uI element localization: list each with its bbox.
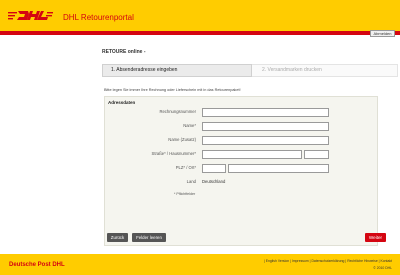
step-1-tab[interactable]: 1. Absenderadresse eingeben xyxy=(102,64,252,77)
row-strasse: Straße* / Hausnummer* xyxy=(105,150,379,159)
required-fields-note: * Pflichtfelder xyxy=(174,192,196,196)
row-land: Land Deutschland xyxy=(105,178,379,187)
footer-links: | English Version | Impressum | Datensch… xyxy=(263,259,393,263)
footer-link-rechtliche-hinweise[interactable]: Rechtliche Hinweise xyxy=(347,259,378,263)
address-form: Adressdaten Rechnungsnummer Name* Name (… xyxy=(104,96,386,246)
street-input[interactable] xyxy=(202,150,302,159)
land-label: Land xyxy=(186,179,196,184)
plz-ort-label: PLZ* / Ort* xyxy=(175,165,196,170)
step-tabs: 1. Absenderadresse eingeben 2. Versandma… xyxy=(102,64,398,77)
next-button[interactable]: Weiter xyxy=(365,233,386,242)
name-input[interactable] xyxy=(202,122,329,131)
plz-input[interactable] xyxy=(202,164,226,173)
rechnungsnummer-label: Rechnungsnummer xyxy=(159,109,196,114)
footer-link-impressum[interactable]: Impressum xyxy=(292,259,309,263)
name-zusatz-label: Name (Zusatz) xyxy=(168,137,196,142)
step-2-tab: 2. Versandmarken drucken xyxy=(252,64,398,77)
row-rechnungsnummer: Rechnungsnummer xyxy=(105,108,379,117)
rechnungsnummer-input[interactable] xyxy=(202,108,329,117)
footer-link-english[interactable]: English Version xyxy=(266,259,289,263)
row-name-zusatz: Name (Zusatz) xyxy=(105,136,379,145)
portal-title: DHL Retourenportal xyxy=(63,13,134,22)
footer-bar: Deutsche Post DHL | English Version | Im… xyxy=(0,254,400,275)
row-name: Name* xyxy=(105,122,379,131)
clear-fields-button[interactable]: Felder leeren xyxy=(132,233,166,242)
logout-button[interactable]: Abmelden xyxy=(370,30,395,37)
land-value: Deutschland xyxy=(202,179,226,184)
footer-link-datenschutz[interactable]: Datenschutzerklärung xyxy=(311,259,344,263)
header-bar: DHL Retourenportal xyxy=(0,0,400,31)
header-red-stripe xyxy=(0,31,400,35)
strasse-label: Straße* / Hausnummer* xyxy=(151,151,196,156)
page-title: RETOURE online - xyxy=(102,49,146,55)
dhl-logo xyxy=(8,11,53,20)
footer-brand: Deutsche Post DHL xyxy=(9,262,65,268)
name-label: Name* xyxy=(183,123,196,128)
back-button[interactable]: Zurück xyxy=(107,233,128,242)
address-section-title: Adressdaten xyxy=(108,100,136,105)
main-content: RETOURE online - 1. Absenderadresse eing… xyxy=(102,40,398,246)
hint-text: Bitte legen Sie immer Ihre Rechnung oder… xyxy=(104,88,241,92)
footer-copyright: © 2010 DHL xyxy=(373,266,392,270)
row-plz-ort: PLZ* / Ort* xyxy=(105,164,379,173)
house-number-input[interactable] xyxy=(304,150,329,159)
footer-link-kontakt[interactable]: Kontakt xyxy=(381,259,393,263)
ort-input[interactable] xyxy=(228,164,329,173)
name-zusatz-input[interactable] xyxy=(202,136,329,145)
